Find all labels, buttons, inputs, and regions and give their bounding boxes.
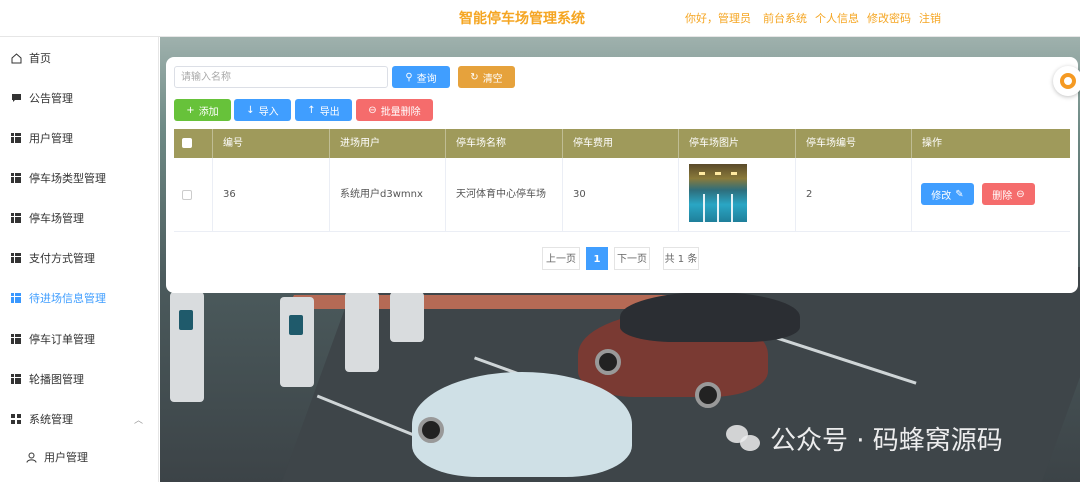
column-header: 停车场编号	[796, 129, 912, 158]
top-header: 智能停车场管理系统 你好，管理员 前台系统 个人信息 修改密码 注销	[0, 0, 1080, 37]
sidebar-item-system[interactable]: 系统管理 ︿	[0, 399, 159, 439]
grid-icon	[11, 334, 21, 344]
minus-circle-icon: ⊖	[1016, 188, 1025, 200]
refresh-icon: ↻	[470, 71, 479, 83]
plus-icon: +	[186, 104, 195, 116]
grid-icon	[11, 173, 21, 183]
sidebar: 首页 公告管理 用户管理 停车场类型管理 停车场管理 支付方式管理 待进场信息管…	[0, 37, 159, 482]
import-button[interactable]: ↓ 导入	[234, 99, 291, 121]
sidebar-item-lot-types[interactable]: 停车场类型管理	[0, 158, 159, 198]
sidebar-item-notice[interactable]: 公告管理	[0, 78, 159, 118]
row-checkbox[interactable]	[182, 190, 192, 200]
column-header: 进场用户	[330, 129, 446, 158]
sidebar-item-users[interactable]: 用户管理	[0, 118, 159, 158]
sidebar-item-label: 系统管理	[29, 413, 73, 426]
sidebar-item-label: 公告管理	[29, 92, 73, 105]
total-count: 共 1 条	[663, 247, 699, 270]
next-page-button[interactable]: 下一页	[614, 247, 650, 270]
sidebar-item-lots[interactable]: 停车场管理	[0, 198, 159, 238]
user-icon	[26, 452, 37, 463]
home-icon	[11, 53, 22, 64]
wechat-icon	[726, 423, 762, 453]
sidebar-item-label: 停车订单管理	[29, 333, 95, 346]
column-header: 停车费用	[563, 129, 679, 158]
watermark-text: 公众号 · 码蜂窝源码	[770, 425, 1003, 456]
parking-lot-thumbnail	[689, 164, 747, 222]
flower-icon	[1060, 73, 1076, 89]
grid-icon	[11, 213, 21, 223]
reset-button[interactable]: ↻ 清空	[458, 66, 515, 88]
delete-button[interactable]: 删除 ⊖	[982, 183, 1035, 205]
grid-icon	[11, 374, 21, 384]
cell-user: 系统用户d3wmnx	[330, 158, 446, 232]
grid-icon	[11, 293, 21, 303]
sidebar-item-home[interactable]: 首页	[0, 38, 159, 78]
greeting-text: 你好，管理员	[685, 12, 751, 25]
column-header: 停车场名称	[446, 129, 563, 158]
sidebar-item-label: 停车场类型管理	[29, 172, 106, 185]
batch-delete-button[interactable]: ⊖ 批量删除	[356, 99, 433, 121]
sidebar-subitem-users[interactable]: 用户管理	[0, 437, 159, 477]
add-button[interactable]: + 添加	[174, 99, 231, 121]
column-header: 停车场图片	[679, 129, 796, 158]
cell-lot-no: 2	[796, 158, 912, 232]
arrow-up-icon: ↑	[307, 104, 316, 116]
profile-link[interactable]: 个人信息	[815, 10, 859, 26]
sidebar-item-orders[interactable]: 停车订单管理	[0, 319, 159, 359]
minus-circle-icon: ⊖	[368, 104, 377, 116]
sidebar-item-pending-entry[interactable]: 待进场信息管理	[0, 278, 159, 318]
edit-button[interactable]: 修改 ✎	[921, 183, 974, 205]
column-header: 编号	[213, 129, 330, 158]
floating-helper-button[interactable]	[1053, 66, 1080, 96]
sidebar-item-label: 用户管理	[29, 132, 73, 145]
watermark: 公众号 · 码蜂窝源码	[726, 420, 1003, 456]
sidebar-item-label: 停车场管理	[29, 212, 84, 225]
grid-icon	[11, 253, 21, 263]
sidebar-item-carousel[interactable]: 轮播图管理	[0, 359, 159, 399]
sidebar-item-label: 支付方式管理	[29, 252, 95, 265]
cell-actions: 修改 ✎ 删除 ⊖	[912, 158, 1070, 232]
sidebar-item-label: 用户管理	[44, 451, 88, 464]
prev-page-button[interactable]: 上一页	[542, 247, 580, 270]
search-input[interactable]	[174, 66, 388, 88]
column-header: 操作	[922, 138, 942, 149]
cell-image	[679, 158, 796, 232]
export-button[interactable]: ↑ 导出	[295, 99, 352, 121]
search-button[interactable]: ⚲ 查询	[392, 66, 450, 88]
sidebar-item-label: 首页	[29, 52, 51, 65]
sidebar-item-label: 待进场信息管理	[29, 292, 106, 305]
table-header: 编号 进场用户 停车场名称 停车费用 停车场图片 停车场编号 操作	[174, 129, 1070, 158]
logout-link[interactable]: 注销	[919, 10, 941, 26]
header-links: 你好，管理员 前台系统 个人信息 修改密码 注销	[685, 10, 941, 26]
sidebar-item-payment[interactable]: 支付方式管理	[0, 238, 159, 278]
change-password-link[interactable]: 修改密码	[867, 10, 911, 26]
select-all-checkbox[interactable]	[182, 138, 192, 148]
page-1-button[interactable]: 1	[586, 247, 608, 270]
edit-icon: ✎	[955, 188, 964, 200]
front-system-link[interactable]: 前台系统	[763, 10, 807, 26]
grid-icon	[11, 133, 21, 143]
app-title: 智能停车场管理系统	[459, 11, 585, 27]
table-row: 36 系统用户d3wmnx 天河体育中心停车场 30 2 修改 ✎ 删除 ⊖	[174, 158, 1070, 232]
cell-fee: 30	[563, 158, 679, 232]
search-icon: ⚲	[405, 71, 413, 83]
message-icon	[11, 93, 21, 103]
arrow-down-icon: ↓	[246, 104, 255, 116]
cell-lot-name: 天河体育中心停车场	[446, 158, 563, 232]
grid-icon	[11, 414, 21, 424]
cell-id: 36	[213, 158, 330, 232]
sidebar-item-label: 轮播图管理	[29, 373, 84, 386]
chevron-up-icon: ︿	[133, 415, 143, 426]
